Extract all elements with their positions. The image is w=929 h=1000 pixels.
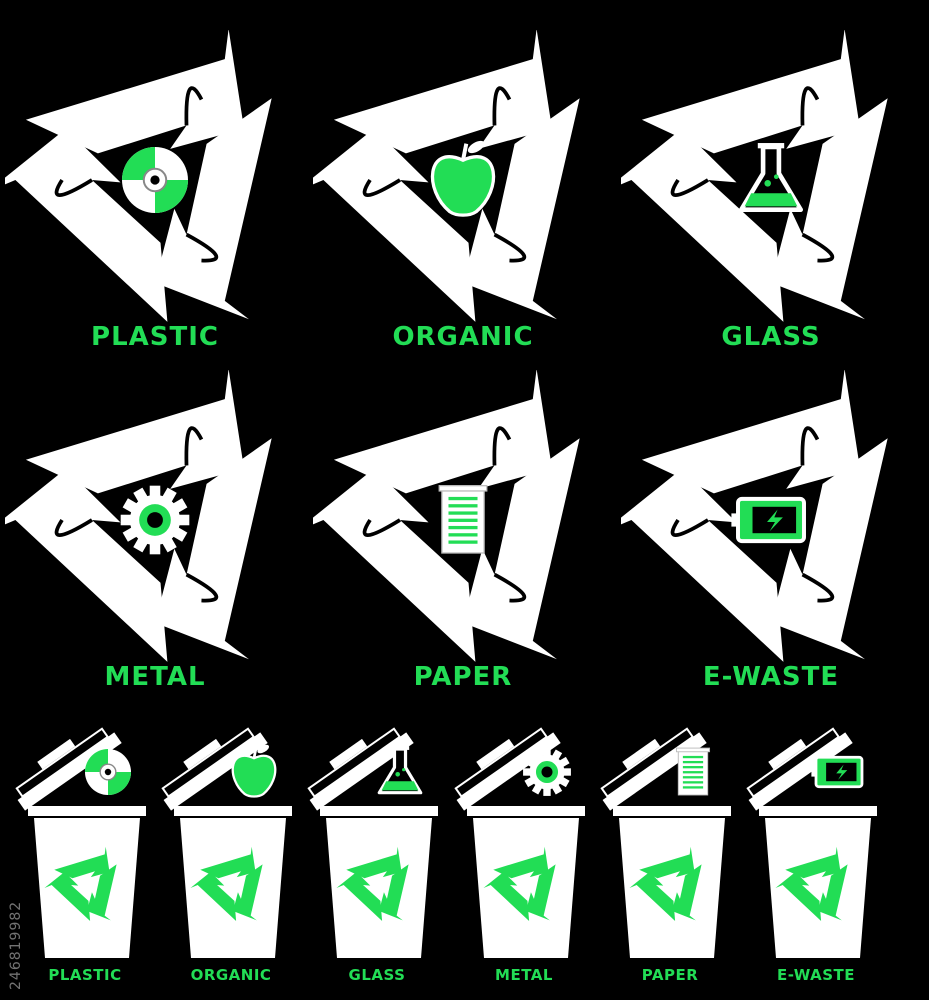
recycle-symbol — [621, 370, 888, 662]
cd-disc-icon — [85, 749, 131, 795]
bin-rim — [28, 806, 146, 816]
trash-bin-icon — [15, 727, 146, 958]
watermark-id: 246819982 — [8, 900, 24, 990]
bin-body — [180, 818, 286, 958]
bin-label: ORGANIC — [190, 966, 272, 984]
category-e-waste: E-WASTE — [621, 370, 921, 710]
category-paper: PAPER — [313, 370, 613, 710]
paper-scroll-icon — [675, 747, 711, 796]
bin-rim — [613, 806, 731, 816]
bin-rim — [467, 806, 585, 816]
category-glass: GLASS — [621, 30, 921, 370]
recycle-symbol — [5, 370, 272, 662]
bin-rim — [174, 806, 292, 816]
recycle-symbol — [5, 30, 272, 322]
category-label: E-WASTE — [702, 662, 840, 692]
category-label: GLASS — [721, 322, 821, 352]
cd-disc-icon — [122, 147, 188, 213]
category-label: METAL — [104, 662, 206, 692]
category-metal: METAL — [5, 370, 305, 710]
paper-scroll-icon — [438, 485, 488, 554]
recycle-symbol — [621, 30, 888, 322]
gear-icon — [120, 485, 190, 555]
flask-icon — [738, 143, 804, 213]
bin-label: GLASS — [348, 966, 406, 984]
category-label: ORGANIC — [392, 322, 534, 352]
recycle-symbol — [313, 30, 580, 322]
trash-bin-icon — [600, 727, 731, 958]
category-label: PAPER — [413, 662, 513, 692]
apple-icon — [430, 140, 496, 217]
bin-body — [765, 818, 871, 958]
trash-bin-icon — [454, 727, 585, 958]
category-organic: ORGANIC — [313, 30, 613, 370]
bin-body — [326, 818, 432, 958]
bin-body — [34, 818, 140, 958]
bin-body — [473, 818, 579, 958]
battery-icon — [731, 496, 806, 544]
recycle-symbol — [313, 370, 580, 662]
bin-label: E-WASTE — [776, 966, 856, 984]
bin-label: METAL — [495, 966, 553, 984]
bin-e-waste: E-WASTE — [743, 700, 889, 1000]
battery-icon — [811, 755, 864, 789]
bin-organic: ORGANIC — [158, 700, 304, 1000]
trash-bin-icon — [307, 727, 438, 958]
bin-label: PAPER — [641, 966, 699, 984]
bin-metal: METAL — [451, 700, 597, 1000]
bin-plastic: PLASTIC — [12, 700, 158, 1000]
trash-bin-icon — [746, 727, 877, 958]
bin-glass: GLASS — [304, 700, 450, 1000]
bin-paper: PAPER — [597, 700, 743, 1000]
bin-body — [619, 818, 725, 958]
bin-label: PLASTIC — [48, 966, 122, 984]
trash-bin-icon — [161, 727, 292, 958]
bin-rim — [759, 806, 877, 816]
bin-rim — [320, 806, 438, 816]
category-plastic: PLASTIC — [5, 30, 305, 370]
category-label: PLASTIC — [91, 322, 219, 352]
